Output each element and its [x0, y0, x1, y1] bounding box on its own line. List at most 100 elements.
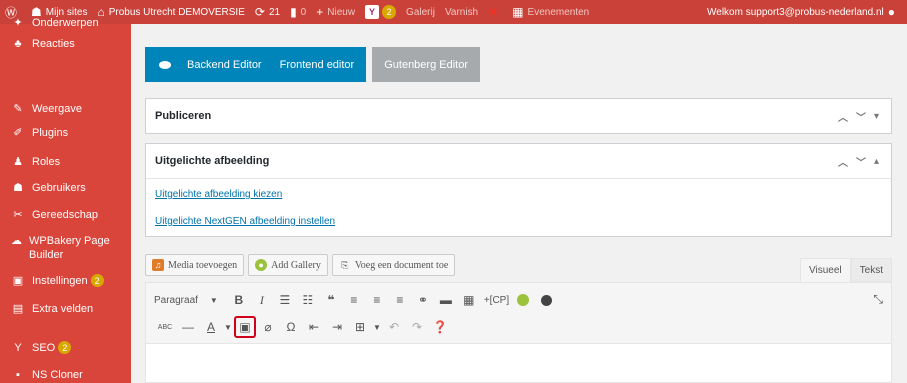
roles-icon: ♟	[13, 156, 23, 168]
wpbakery-icon: ☁	[11, 235, 22, 247]
new-content-menu[interactable]: + Nieuw	[311, 0, 360, 24]
format-select-value: Paragraaf	[154, 294, 198, 306]
special-character-icon[interactable]: Ω	[280, 316, 302, 338]
nextgen-gallery-icon[interactable]	[512, 289, 534, 311]
sidebar-item-reacties[interactable]: ♣ Reacties	[0, 37, 131, 51]
sidebar-item-onderwerpen[interactable]: ✦ Onderwerpen	[0, 16, 131, 30]
format-select[interactable]: Paragraaf ▼	[154, 295, 218, 306]
toolbar-toggle-icon[interactable]: ▦	[458, 289, 480, 311]
undo-icon[interactable]: ↶	[383, 316, 405, 338]
tab-visual[interactable]: Visueel	[800, 258, 851, 282]
comments-menu[interactable]: ▮ 0	[285, 0, 311, 24]
publish-box-handles: ︿ ﹀ ▾	[838, 109, 891, 124]
link-icon[interactable]: ⚭	[412, 289, 434, 311]
comments-count: 0	[300, 6, 307, 18]
move-down-icon[interactable]: ﹀	[856, 109, 866, 124]
admin-sidebar: ✦ Onderwerpen ♣ Reacties ✎ Weergave ✐ Pl…	[0, 17, 131, 383]
set-nextgen-featured-image-link[interactable]: Uitgelichte NextGEN afbeelding instellen	[155, 216, 882, 227]
toggle-panel-icon[interactable]: ▾	[874, 111, 879, 122]
align-right-icon[interactable]: ≡	[389, 289, 411, 311]
align-center-icon[interactable]: ≡	[366, 289, 388, 311]
eye-icon	[159, 60, 171, 69]
varnish-menu[interactable]: Varnish ✕	[440, 0, 507, 24]
welcome-label: Welkom support3@probus-nederland.nl	[707, 6, 884, 18]
backend-editor-label: Backend Editor	[187, 58, 262, 71]
seo-count: 2	[382, 5, 397, 19]
sidebar-item-wpbakery[interactable]: ☁ WPBakery Page Builder	[0, 234, 131, 262]
updates-menu[interactable]: ⟳ 21	[250, 0, 285, 24]
backend-editor-button[interactable]: Backend Editor Frontend editor	[145, 47, 367, 82]
sidebar-item-instellingen[interactable]: ▣ Instellingen 2	[0, 274, 131, 288]
move-down-icon[interactable]: ﹀	[856, 154, 866, 169]
plugins-icon: ✐	[13, 127, 23, 139]
featured-image-box-handles: ︿ ﹀ ▴	[838, 154, 891, 169]
strikethrough-icon[interactable]: ABC	[154, 316, 176, 338]
sidebar-item-weergave[interactable]: ✎ Weergave	[0, 102, 131, 116]
table-caret-icon[interactable]: ▼	[372, 316, 382, 338]
paste-as-text-icon[interactable]: ▣	[234, 316, 256, 338]
cp-shortcode-button[interactable]: +[CP]	[484, 295, 509, 306]
new-label: Nieuw	[327, 6, 356, 18]
account-menu[interactable]: Welkom support3@probus-nederland.nl ●	[702, 0, 907, 24]
move-up-icon[interactable]: ︿	[838, 109, 848, 124]
editor-tabs: Visueel Tekst	[800, 258, 892, 282]
bold-icon[interactable]: B	[228, 289, 250, 311]
editor-content-area[interactable]	[145, 344, 892, 383]
tab-text[interactable]: Tekst	[850, 258, 892, 282]
sidebar-item-extra-velden[interactable]: ▤ Extra velden	[0, 302, 131, 316]
publish-box-header[interactable]: Publiceren ︿ ﹀ ▾	[146, 99, 891, 133]
events-menu[interactable]: ▦ Evenementen	[507, 0, 594, 24]
indent-icon[interactable]: ⇥	[326, 316, 348, 338]
italic-icon[interactable]: I	[251, 289, 273, 311]
bullet-list-icon[interactable]: ☰	[274, 289, 296, 311]
updates-count: 21	[268, 6, 281, 18]
set-featured-image-link[interactable]: Uitgelichte afbeelding kiezen	[155, 189, 882, 200]
align-left-icon[interactable]: ≡	[343, 289, 365, 311]
sidebar-item-seo[interactable]: Y SEO 2	[0, 341, 131, 355]
comments-icon: ♣	[14, 38, 22, 50]
read-more-icon[interactable]: ▬	[435, 289, 457, 311]
seo-menu[interactable]: Y 2	[360, 0, 401, 24]
featured-image-box-header[interactable]: Uitgelichte afbeelding ︿ ﹀ ▴	[146, 144, 891, 178]
help-icon[interactable]: ❓	[429, 316, 451, 338]
pie-chart-icon[interactable]	[535, 289, 557, 311]
editor-switch: Backend Editor Frontend editor Gutenberg…	[145, 47, 480, 82]
fullscreen-icon[interactable]: ⤡	[873, 292, 883, 307]
move-up-icon[interactable]: ︿	[838, 154, 848, 169]
clear-formatting-icon[interactable]: ⌀	[257, 316, 279, 338]
sidebar-item-gebruikers[interactable]: ☗ Gebruikers	[0, 181, 131, 195]
add-document-button[interactable]: ⎘ Voeg een document toe	[331, 254, 456, 276]
text-color-icon[interactable]: A	[200, 316, 222, 338]
toggle-panel-icon[interactable]: ▴	[874, 156, 879, 167]
tag-icon: ✦	[13, 17, 23, 29]
blockquote-icon[interactable]: ❝	[320, 289, 342, 311]
gutenberg-editor-button[interactable]: Gutenberg Editor	[372, 47, 480, 82]
caret-down-icon: ▼	[209, 295, 218, 305]
gallery-menu[interactable]: Galerij	[401, 0, 440, 24]
sidebar-item-plugins[interactable]: ✐ Plugins	[0, 126, 131, 140]
main-content: Backend Editor Frontend editor Gutenberg…	[131, 24, 907, 383]
toolbar-row-1: Paragraaf ▼ B I ☰ ☷ ❝ ≡ ≡ ≡ ⚭ ▬ ▦ +[CP] …	[146, 288, 893, 312]
numbered-list-icon[interactable]: ☷	[297, 289, 319, 311]
media-buttons: ♫ Media toevoegen ● Add Gallery ⎘ Voeg e…	[145, 254, 456, 276]
sidebar-item-roles[interactable]: ♟ Roles	[0, 155, 131, 169]
sidebar-item-ns-cloner[interactable]: ▪ NS Cloner	[0, 368, 131, 382]
add-media-button[interactable]: ♫ Media toevoegen	[145, 254, 245, 276]
table-icon[interactable]: ⊞	[349, 316, 371, 338]
add-gallery-button[interactable]: ● Add Gallery	[248, 254, 328, 276]
comment-icon: ▮	[290, 5, 297, 19]
add-media-label: Media toevoegen	[168, 259, 238, 271]
admin-bar: Ⓦ ☗ Mijn sites ⌂ Probus Utrecht DEMOVERS…	[0, 0, 907, 24]
add-gallery-label: Add Gallery	[271, 259, 321, 271]
gallery-label: Galerij	[406, 6, 435, 18]
frontend-editor-button[interactable]: Frontend editor	[280, 59, 355, 71]
horizontal-line-icon[interactable]: —	[177, 316, 199, 338]
sidebar-item-gereedschap[interactable]: ✂ Gereedschap	[0, 208, 131, 222]
appearance-icon: ✎	[13, 103, 23, 115]
text-color-caret-icon[interactable]: ▼	[223, 316, 233, 338]
nextgen-icon: ●	[255, 259, 268, 271]
outdent-icon[interactable]: ⇤	[303, 316, 325, 338]
add-document-label: Voeg een document toe	[354, 259, 449, 271]
tools-icon: ✂	[13, 209, 23, 221]
redo-icon[interactable]: ↷	[406, 316, 428, 338]
